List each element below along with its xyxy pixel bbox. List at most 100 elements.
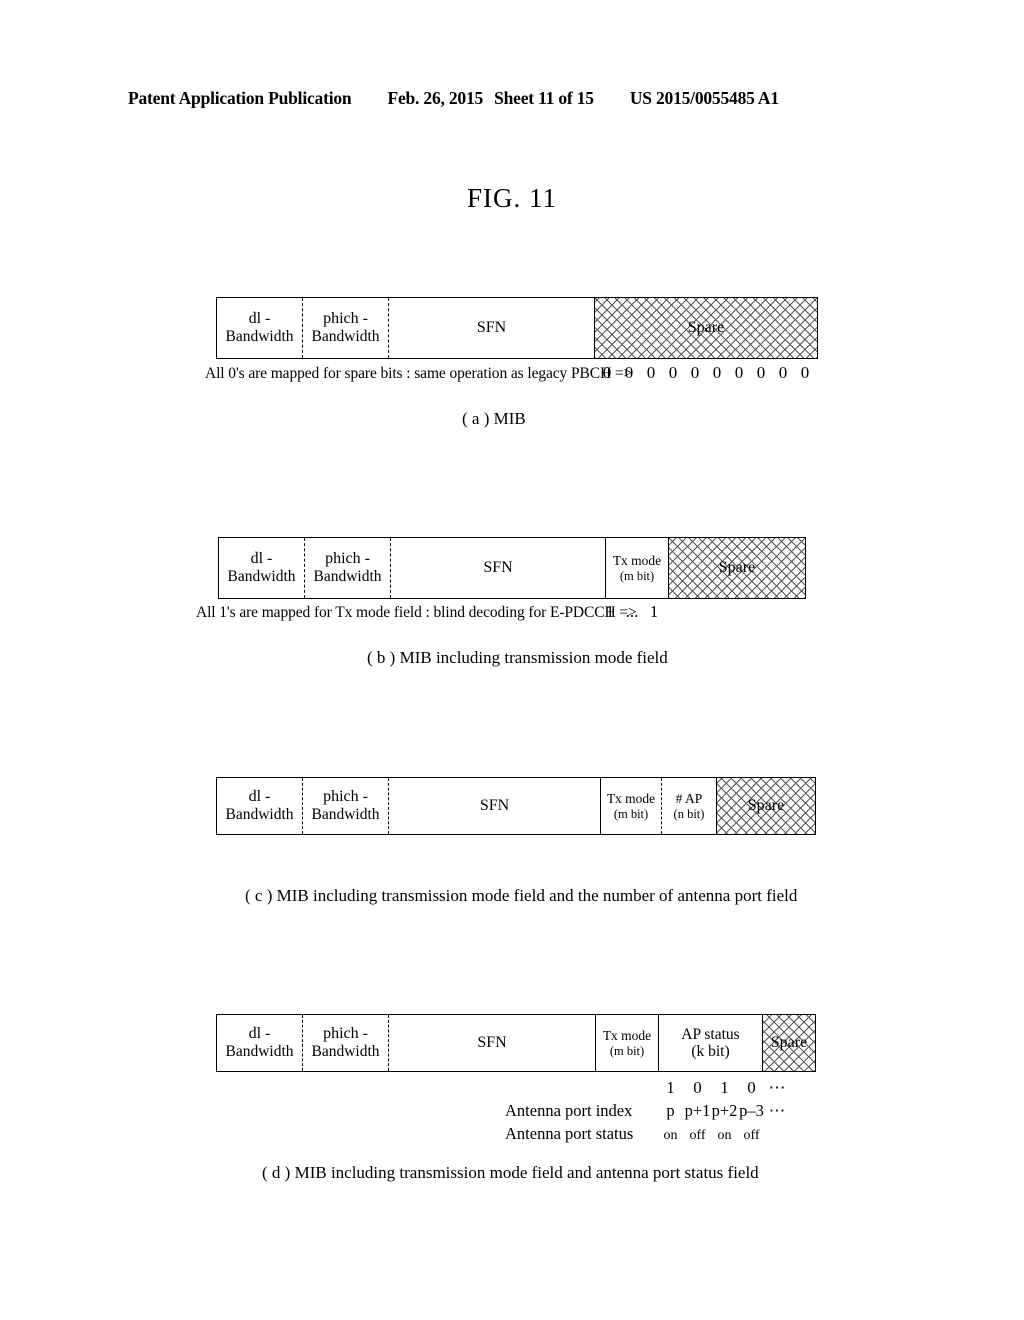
ap-index: p — [666, 1101, 675, 1120]
field-line2: (m bit) — [619, 568, 655, 583]
panel-d-caption: ( d ) MIB including transmission mode fi… — [262, 1163, 759, 1182]
field-line2: Bandwidth — [225, 1043, 294, 1061]
field-line2: Bandwidth — [313, 568, 382, 586]
field-tx-mode-d: Tx mode (m bit) — [596, 1015, 659, 1071]
bit-value: 0 — [712, 363, 722, 382]
field-spare-c: Spare — [717, 778, 815, 834]
field-spare-b: Spare — [669, 538, 805, 598]
field-line1: phich - — [323, 310, 368, 328]
field-label: SFN — [479, 797, 510, 815]
field-line2: (m bit) — [609, 1043, 645, 1058]
panel-b-caption: ( b ) MIB including transmission mode fi… — [367, 648, 668, 667]
field-tx-mode-b: Tx mode (m bit) — [606, 538, 669, 598]
bit-value: 0 — [646, 363, 656, 382]
field-line1: phich - — [323, 788, 368, 806]
field-label: SFN — [476, 319, 507, 337]
ap-index-ellipsis: ⋯ — [768, 1101, 786, 1120]
panel-b-note: All 1's are mapped for Tx mode field : b… — [196, 604, 637, 621]
field-line1: dl - — [248, 788, 271, 806]
field-ap-status-d: AP status (k bit) — [659, 1015, 763, 1071]
field-line1: dl - — [248, 1025, 271, 1043]
field-line2: (k bit) — [691, 1043, 730, 1060]
field-line1: Tx mode — [612, 553, 662, 569]
field-line1: Tx mode — [606, 791, 656, 807]
bit-value: 0 — [778, 363, 788, 382]
field-line1: dl - — [248, 310, 271, 328]
field-line2: Bandwidth — [227, 568, 296, 586]
bit-value: 1 — [649, 602, 659, 621]
field-phich-bandwidth-b: phich - Bandwidth — [305, 538, 391, 598]
bit-value: 0 — [734, 363, 744, 382]
field-phich-bandwidth-d: phich - Bandwidth — [303, 1015, 389, 1071]
field-tx-mode-c: Tx mode (m bit) — [601, 778, 662, 834]
bit-value: 1 — [605, 602, 615, 621]
bit-value: 0 — [690, 363, 700, 382]
ap-bit: 1 — [720, 1078, 729, 1097]
ap-status: on — [663, 1128, 678, 1143]
field-sfn-b: SFN — [391, 538, 606, 598]
sheet-number: Sheet 11 of 15 — [494, 88, 594, 108]
field-line2: Bandwidth — [225, 806, 294, 824]
field-sfn-a: SFN — [389, 298, 595, 358]
field-sfn-d: SFN — [389, 1015, 596, 1071]
field-line2: Bandwidth — [225, 328, 294, 346]
mib-diagram-c: dl - Bandwidth phich - Bandwidth SFN Tx … — [216, 777, 816, 835]
ap-bit: 0 — [693, 1078, 702, 1097]
ap-status: off — [689, 1128, 706, 1143]
ap-index: p+2 — [711, 1101, 738, 1120]
field-label: Spare — [770, 1034, 808, 1052]
field-line1: dl - — [250, 550, 273, 568]
bit-value: 0 — [756, 363, 766, 382]
panel-b-bits: 1 ... 1 — [600, 602, 664, 622]
field-label: SFN — [483, 559, 513, 577]
ap-index: p–3 — [739, 1101, 764, 1120]
figure-title: FIG. 11 — [466, 183, 557, 213]
field-line2: Bandwidth — [311, 806, 380, 824]
field-spare-d: Spare — [763, 1015, 815, 1071]
field-label: Spare — [747, 797, 785, 815]
bit-value: 0 — [668, 363, 678, 382]
bit-value: 0 — [624, 363, 634, 382]
publication-date: Feb. 26, 2015 — [387, 88, 484, 108]
ap-bits-row: 1 0 1 0 ⋯ — [505, 1078, 789, 1098]
field-phich-bandwidth-a: phich - Bandwidth — [303, 298, 389, 358]
document-number: US 2015/0055485 A1 — [629, 88, 779, 108]
ap-index-values: p p+1 p+2 p–3 ⋯ — [657, 1101, 789, 1121]
field-num-antenna-port-c: # AP (n bit) — [662, 778, 717, 834]
mib-diagram-d: dl - Bandwidth phich - Bandwidth SFN Tx … — [216, 1014, 816, 1072]
bit-ellipsis: ... — [625, 602, 639, 621]
ap-bit: 0 — [747, 1078, 756, 1097]
field-line2: Bandwidth — [311, 1043, 380, 1061]
ap-status-label: Antenna port status — [505, 1124, 634, 1143]
field-phich-bandwidth-c: phich - Bandwidth — [303, 778, 389, 834]
field-label: Spare — [718, 559, 756, 577]
ap-status: off — [743, 1128, 760, 1143]
mib-diagram-a: dl - Bandwidth phich - Bandwidth SFN Spa… — [216, 297, 818, 359]
field-label: SFN — [477, 1034, 507, 1052]
antenna-port-annotation: 1 0 1 0 ⋯ Antenna port index p p+1 p+2 p… — [505, 1078, 789, 1144]
field-line1: phich - — [325, 550, 370, 568]
ap-status-values: on off on off — [657, 1128, 765, 1144]
bit-value: 0 — [800, 363, 810, 382]
page-header: Patent Application Publication Feb. 26, … — [128, 88, 896, 109]
ap-status: on — [717, 1128, 732, 1143]
ap-status-row: Antenna port status on off on off — [505, 1124, 789, 1144]
field-label: Spare — [687, 319, 725, 337]
field-dl-bandwidth-d: dl - Bandwidth — [217, 1015, 303, 1071]
panel-a-bits: 0 0 0 0 0 0 0 0 0 0 — [596, 363, 816, 383]
field-sfn-c: SFN — [389, 778, 601, 834]
field-line1: phich - — [323, 1025, 368, 1043]
mib-diagram-b: dl - Bandwidth phich - Bandwidth SFN Tx … — [218, 537, 806, 599]
field-line1: # AP — [675, 791, 703, 807]
field-spare-a: Spare — [595, 298, 817, 358]
panel-c-caption: ( c ) MIB including transmission mode fi… — [245, 886, 798, 905]
field-line1: AP status — [681, 1025, 740, 1043]
panel-a-caption: ( a ) MIB — [462, 409, 526, 428]
ap-index-label: Antenna port index — [505, 1101, 633, 1120]
field-dl-bandwidth-a: dl - Bandwidth — [217, 298, 303, 358]
field-line2: (n bit) — [673, 806, 705, 821]
bit-value: 0 — [602, 363, 612, 382]
publication-label: Patent Application Publication — [128, 88, 352, 108]
field-line1: Tx mode — [602, 1028, 652, 1044]
ap-bit-values: 1 0 1 0 ⋯ — [657, 1078, 789, 1098]
